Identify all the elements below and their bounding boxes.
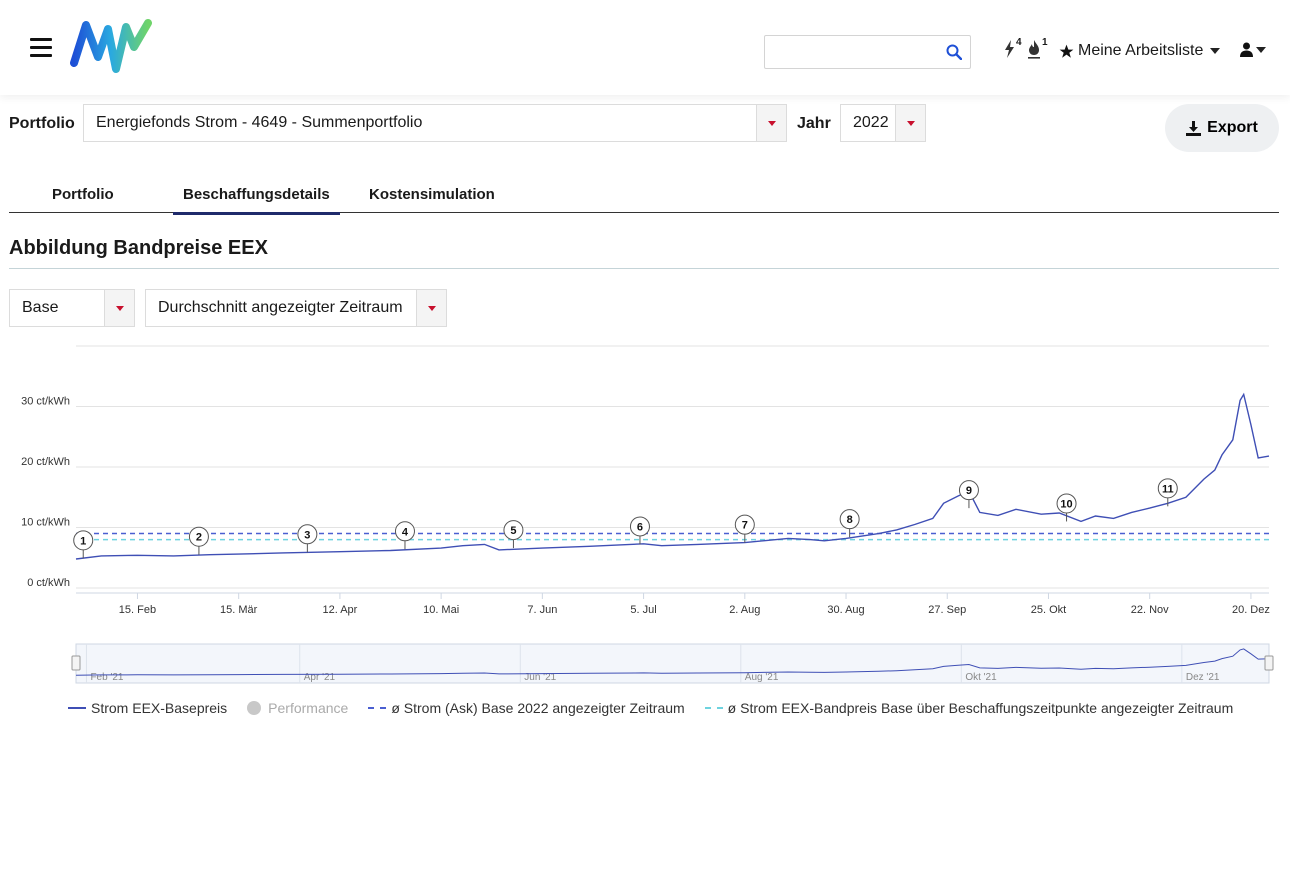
x-tick-label: 22. Nov [1131,604,1169,616]
search-field[interactable] [764,35,971,69]
year-select[interactable]: 2022 [840,104,926,142]
section-divider [9,268,1279,269]
portfolio-dropdown-button[interactable] [756,105,786,141]
legend-line-dashed [704,707,723,709]
navigator-handle[interactable] [71,655,81,671]
tab-beschaffungsdetails[interactable]: Beschaffungsdetails [173,186,340,215]
navigator-label: Aug '21 [745,672,779,683]
worklist-label: Meine Arbeitsliste [1078,42,1204,59]
flag-label: 5 [510,525,516,537]
export-button[interactable]: Export [1165,104,1279,152]
x-tick-label: 2. Aug [729,604,760,616]
search-input[interactable] [765,36,935,68]
user-menu[interactable] [1240,42,1266,57]
section-title: Abbildung Bandpreise EEX [9,237,268,259]
portfolio-select[interactable]: Energiefonds Strom - 4649 - Summenportfo… [83,104,787,142]
x-tick-label: 30. Aug [827,604,864,616]
flag-label: 4 [402,526,409,538]
x-tick-label: 25. Okt [1031,604,1066,616]
chevron-down-icon [1256,46,1266,53]
navigator-frame [75,643,1270,684]
navigator-handle[interactable] [1264,655,1274,671]
chart-legend: Strom EEX-Basepreis Performance ø Strom … [68,700,1253,716]
caret-down-icon [427,305,436,311]
legend-marker-circle [247,701,262,715]
navigator-label: Okt '21 [965,672,997,683]
legend-label: Performance [268,700,349,716]
caret-down-icon [906,120,915,126]
year-selected-value: 2022 [853,114,889,131]
x-tick-label: 5. Jul [630,604,656,616]
y-tick-label: 10 ct/kWh [21,517,70,529]
product-select[interactable]: Base [9,289,135,327]
year-dropdown-button[interactable] [895,105,925,141]
navigator-label: Feb '21 [90,672,123,683]
product-selected-value: Base [22,299,59,316]
tab-kostensimulation[interactable]: Kostensimulation [369,186,495,203]
flag-label: 3 [304,529,310,541]
search-icon[interactable] [946,44,962,60]
star-icon [1059,44,1074,58]
y-tick-label: 0 ct/kWh [27,577,70,589]
company-logo[interactable] [68,17,152,77]
product-dropdown-button[interactable] [104,290,134,326]
mode-dropdown-button[interactable] [416,290,446,326]
x-tick-label: 10. Mai [423,604,459,616]
legend-label: ø Strom (Ask) Base 2022 angezeigter Zeit… [391,700,685,716]
x-tick-label: 15. Feb [119,604,156,616]
power-notifications[interactable]: 4 [1004,37,1022,58]
legend-label: Strom EEX-Basepreis [91,700,228,716]
export-label: Export [1207,119,1258,136]
flag-label: 6 [637,521,643,533]
flag-label: 8 [847,514,853,526]
caret-down-icon [115,305,124,311]
legend-item-avg-band[interactable]: ø Strom EEX-Bandpreis Base über Beschaff… [704,700,1234,716]
download-icon [1186,120,1202,136]
flag-label: 2 [196,532,202,544]
gas-notifications[interactable]: 1 [1027,37,1048,59]
flag-label: 7 [742,520,748,532]
x-tick-label: 12. Apr [322,604,357,616]
x-tick-label: 20. Dez [1232,604,1270,616]
tab-portfolio[interactable]: Portfolio [52,186,114,203]
flag-label: 10 [1060,498,1072,510]
navigator-label: Apr '21 [304,672,336,683]
caret-down-icon [767,120,776,126]
portfolio-label: Portfolio [9,115,75,132]
y-tick-label: 30 ct/kWh [21,396,70,408]
tab-bar: Portfolio Beschaffungsdetails Kostensimu… [9,178,1279,215]
legend-label: ø Strom EEX-Bandpreis Base über Beschaff… [727,700,1234,716]
gas-notification-count: 1 [1042,37,1048,48]
mode-selected-value: Durchschnitt angezeigter Zeitraum [158,299,403,316]
legend-item-basepreis[interactable]: Strom EEX-Basepreis [68,700,227,716]
flame-icon [1028,40,1040,59]
legend-line-dashed [368,707,387,709]
worklist-menu[interactable]: Meine Arbeitsliste [1059,42,1221,60]
year-label: Jahr [797,115,831,132]
portfolio-selected-value: Energiefonds Strom - 4649 - Summenportfo… [96,114,423,131]
mode-select[interactable]: Durchschnitt angezeigter Zeitraum [145,289,447,327]
legend-item-performance[interactable]: Performance [247,700,348,716]
chevron-down-icon [1210,48,1221,54]
legend-line-solid [68,707,86,709]
hamburger-menu-icon[interactable] [30,38,52,58]
flag-label: 1 [80,535,86,547]
lightning-icon [1005,40,1014,58]
x-tick-label: 15. Mär [220,604,258,616]
flag-label: 11 [1162,483,1174,495]
navigator-label: Dez '21 [1186,672,1220,683]
power-notification-count: 4 [1016,37,1022,48]
price-chart[interactable]: 0 ct/kWh 10 ct/kWh 20 ct/kWh 30 ct/kWh 15. F… [0,330,1290,690]
top-header: 4 1 Meine Arbeitsliste [0,0,1290,95]
legend-item-avg-ask[interactable]: ø Strom (Ask) Base 2022 angezeigter Zeit… [368,700,685,716]
series-basepreis-line [75,392,1270,560]
x-tick-label: 7. Jun [527,604,557,616]
user-icon [1240,42,1253,57]
flag-label: 9 [966,485,972,497]
y-tick-label: 20 ct/kWh [21,456,70,468]
x-tick-label: 27. Sep [928,604,966,616]
